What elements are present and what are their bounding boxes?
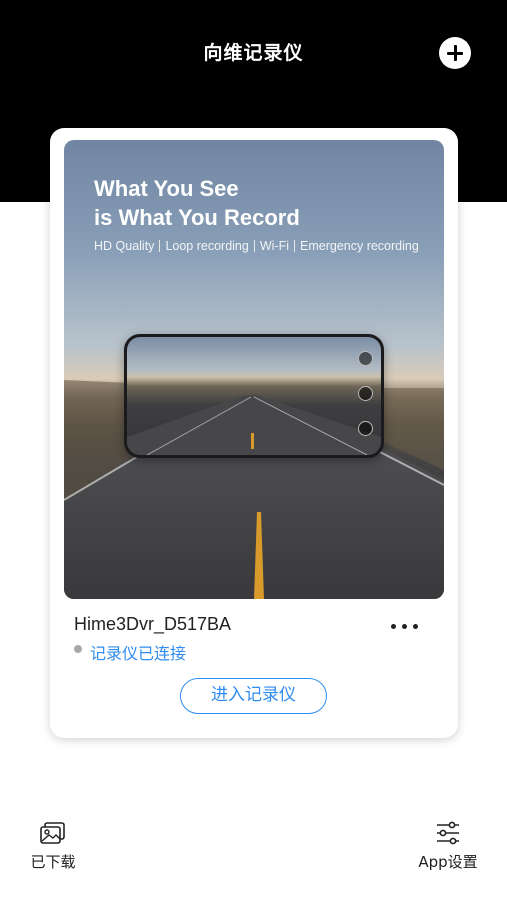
page-title: 向维记录仪 bbox=[203, 42, 304, 64]
banner-headline-line1: What You See bbox=[94, 176, 239, 201]
device-card[interactable]: What You See is What You Record HD Quali… bbox=[50, 128, 458, 738]
nav-app-settings[interactable]: App设置 bbox=[408, 820, 488, 872]
banner-headline: What You See is What You Record bbox=[94, 174, 300, 232]
banner-headline-line2: is What You Record bbox=[94, 205, 300, 230]
phone-settings-icon bbox=[358, 421, 373, 436]
sliders-icon bbox=[437, 821, 459, 845]
enter-recorder-button[interactable]: 进入记录仪 bbox=[180, 678, 327, 714]
feature-wifi: Wi-Fi bbox=[259, 239, 289, 253]
feature-hd-quality: HD Quality bbox=[94, 239, 155, 253]
device-banner-image: What You See is What You Record HD Quali… bbox=[64, 140, 444, 599]
more-options-button[interactable] bbox=[389, 615, 423, 635]
nav-downloaded[interactable]: 已下载 bbox=[22, 820, 84, 872]
more-horizontal-icon bbox=[391, 624, 396, 629]
phone-mockup bbox=[124, 334, 384, 458]
banner-features: HD Quality Loop recording Wi-Fi Emergency r… bbox=[94, 239, 419, 253]
gallery-icon bbox=[40, 822, 65, 844]
feature-loop-recording: Loop recording bbox=[165, 239, 249, 253]
nav-downloaded-label: 已下载 bbox=[30, 853, 76, 871]
connection-status-text: 记录仪已连接 bbox=[90, 644, 187, 663]
connection-status-dot bbox=[74, 645, 82, 653]
phone-record-icon bbox=[358, 351, 373, 366]
feature-emergency-recording: Emergency recording bbox=[300, 239, 419, 253]
nav-app-settings-label: App设置 bbox=[418, 853, 478, 871]
phone-camera-icon bbox=[358, 386, 373, 401]
add-device-button[interactable] bbox=[439, 37, 471, 69]
device-name: Hime3Dvr_D517BA bbox=[74, 614, 232, 634]
phone-screen bbox=[127, 337, 381, 455]
